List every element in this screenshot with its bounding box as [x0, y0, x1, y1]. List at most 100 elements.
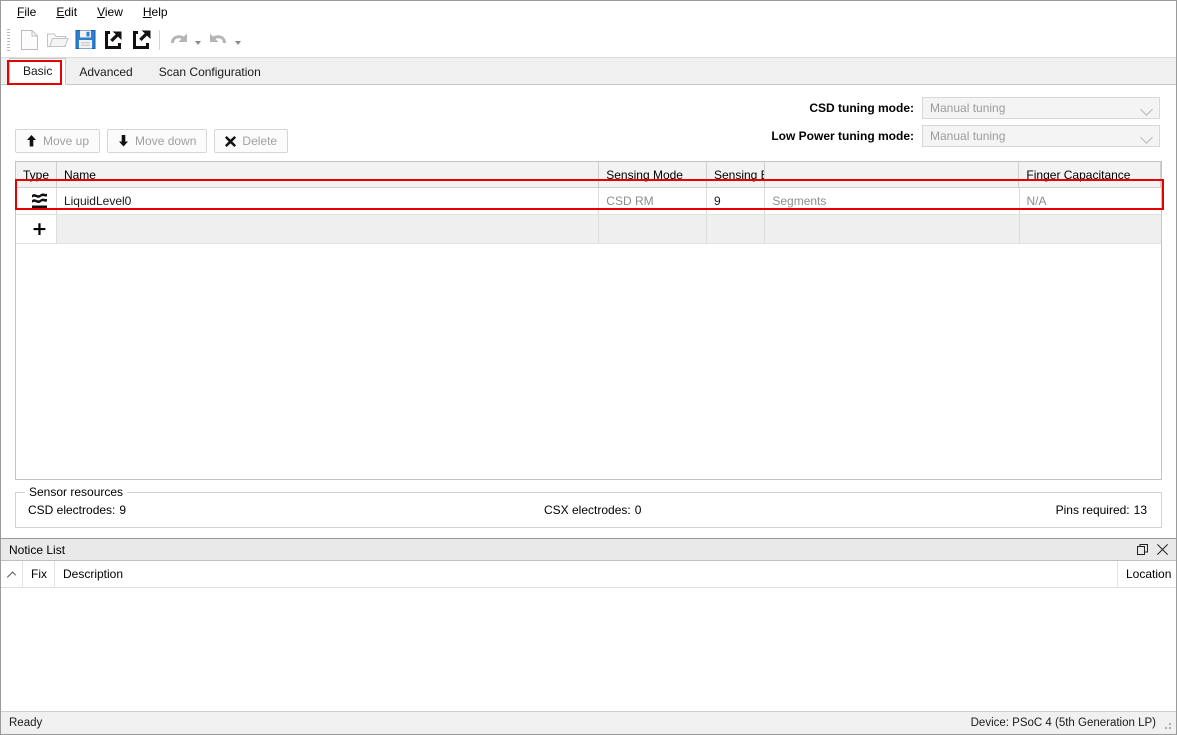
notice-list-title: Notice List — [9, 542, 66, 557]
arrow-up-icon — [26, 135, 37, 147]
row-element-count-cell[interactable]: 9 — [707, 188, 766, 214]
menu-edit-accel: E — [56, 4, 65, 19]
notice-column-description[interactable]: Description — [55, 561, 1118, 587]
sensor-resources-body: CSD electrodes: 9 CSX electrodes: 0 Pins r… — [16, 493, 1161, 527]
csd-tuning-select[interactable]: Manual tuning — [922, 97, 1160, 119]
toolbar-grip[interactable] — [7, 28, 10, 51]
menu-file-accel: F — [17, 4, 25, 19]
undo-dropdown-button[interactable] — [192, 26, 204, 54]
csd-electrodes-stat: CSD electrodes: 9 — [28, 503, 126, 517]
notice-column-location[interactable]: Location — [1118, 561, 1176, 587]
tab-bar: Basic Advanced Scan Configuration — [1, 58, 1176, 85]
tab-scan-configuration[interactable]: Scan Configuration — [146, 60, 274, 85]
column-header-name[interactable]: Name — [57, 162, 600, 187]
column-header-type[interactable]: Type — [16, 162, 57, 187]
notice-sort-indicator[interactable] — [1, 561, 23, 587]
add-row-elname-cell — [765, 215, 1020, 243]
move-up-label: Move up — [43, 134, 90, 148]
new-file-icon — [20, 29, 38, 50]
lowpower-tuning-label: Low Power tuning mode: — [771, 129, 914, 143]
menu-view[interactable]: View — [87, 3, 133, 21]
notice-list-panel: Notice List Fix Description Location — [1, 538, 1176, 711]
column-header-sensing-elements[interactable]: Sensing Element(s) — [707, 162, 766, 187]
add-widget-cell[interactable]: + — [16, 215, 57, 243]
lowpower-tuning-row: Low Power tuning mode: Manual tuning — [770, 125, 1160, 147]
tab-basic[interactable]: Basic — [9, 58, 67, 85]
open-folder-icon — [46, 33, 69, 47]
toolbar-separator — [159, 29, 160, 50]
csd-electrodes-label: CSD electrodes: — [28, 503, 116, 517]
table-row[interactable]: LiquidLevel0 CSD RM 9 Segments N/A — [16, 188, 1161, 215]
table-header-row: Type Name Sensing Mode Sensing Element(s… — [16, 162, 1161, 188]
import-icon — [105, 30, 122, 49]
menu-file[interactable]: File — [7, 3, 46, 21]
row-finger-capacitance-cell[interactable]: N/A — [1020, 188, 1162, 214]
close-x-icon — [225, 135, 237, 147]
status-message: Ready — [9, 717, 43, 729]
save-button[interactable] — [71, 26, 99, 54]
delete-button[interactable]: Delete — [214, 129, 289, 153]
resize-grip[interactable] — [1161, 719, 1173, 731]
lowpower-tuning-value: Manual tuning — [930, 129, 1006, 143]
add-widget-row[interactable]: + — [16, 215, 1161, 244]
add-row-fcap-cell — [1020, 215, 1162, 243]
widget-table: Type Name Sensing Mode Sensing Element(s… — [15, 161, 1162, 480]
pins-required-label: Pins required: — [1055, 503, 1130, 517]
close-panel-button[interactable] — [1152, 541, 1172, 559]
column-header-finger-capacitance[interactable]: Finger Capacitance — [1019, 162, 1161, 187]
lowpower-tuning-select[interactable]: Manual tuning — [922, 125, 1160, 147]
row-type-cell[interactable] — [16, 188, 57, 214]
notice-list-body[interactable] — [1, 588, 1176, 711]
pins-required-stat: Pins required: 13 — [1056, 503, 1147, 517]
redo-icon — [209, 33, 226, 43]
notice-list-titlebar: Notice List — [1, 539, 1176, 561]
status-device: Device: PSoC 4 (5th Generation LP) — [970, 717, 1156, 729]
csx-electrodes-label: CSX electrodes: — [544, 503, 631, 517]
open-folder-button[interactable] — [43, 26, 71, 54]
float-window-button[interactable] — [1132, 541, 1152, 559]
move-down-button[interactable]: Move down — [107, 129, 208, 153]
redo-button[interactable] — [204, 26, 232, 54]
delete-label: Delete — [242, 134, 278, 148]
new-file-button[interactable] — [15, 26, 43, 54]
float-window-icon — [1136, 544, 1148, 555]
menu-view-accel: V — [97, 4, 105, 19]
row-name-cell[interactable]: LiquidLevel0 — [57, 188, 600, 214]
chevron-down-icon — [1140, 103, 1153, 116]
chevron-down-icon — [195, 40, 201, 45]
menu-edit[interactable]: Edit — [46, 3, 87, 21]
column-header-sensing-elements-cont[interactable] — [765, 162, 1020, 187]
notice-list-header: Fix Description Location — [1, 561, 1176, 588]
tab-advanced[interactable]: Advanced — [66, 60, 145, 85]
application-window: File Edit View Help Basic Advanced Scan … — [0, 0, 1177, 735]
export-button[interactable] — [127, 26, 155, 54]
liquid-level-icon — [23, 192, 56, 211]
redo-dropdown-button[interactable] — [232, 26, 244, 54]
status-bar: Ready Device: PSoC 4 (5th Generation LP) — [1, 711, 1176, 734]
save-icon — [75, 30, 95, 49]
move-down-label: Move down — [135, 134, 197, 148]
import-button[interactable] — [99, 26, 127, 54]
undo-button[interactable] — [164, 26, 192, 54]
csd-tuning-row: CSD tuning mode: Manual tuning — [770, 97, 1160, 119]
basic-tab-page: CSD tuning mode: Manual tuning Low Power… — [1, 85, 1176, 538]
export-icon — [133, 30, 151, 49]
csx-electrodes-stat: CSX electrodes: 0 — [544, 503, 641, 517]
add-row-name-cell — [57, 215, 600, 243]
chevron-up-icon — [6, 570, 17, 581]
csd-tuning-value: Manual tuning — [930, 101, 1006, 115]
column-header-sensing-mode[interactable]: Sensing Mode — [599, 162, 707, 187]
csd-tuning-label: CSD tuning mode: — [809, 101, 914, 115]
tuning-mode-panel: CSD tuning mode: Manual tuning Low Power… — [770, 97, 1160, 153]
undo-icon — [170, 33, 187, 43]
menu-help-accel: H — [142, 4, 152, 19]
sensor-resources-group: Sensor resources CSD electrodes: 9 CSX el… — [15, 485, 1162, 528]
move-up-button[interactable]: Move up — [15, 129, 101, 153]
row-element-label-cell[interactable]: Segments — [765, 188, 1020, 214]
notice-column-fix[interactable]: Fix — [23, 561, 55, 587]
menu-bar: File Edit View Help — [1, 1, 1176, 22]
add-row-mode-cell — [599, 215, 708, 243]
close-icon — [1156, 544, 1168, 555]
row-sensing-mode-cell[interactable]: CSD RM — [599, 188, 708, 214]
menu-help[interactable]: Help — [133, 3, 178, 21]
